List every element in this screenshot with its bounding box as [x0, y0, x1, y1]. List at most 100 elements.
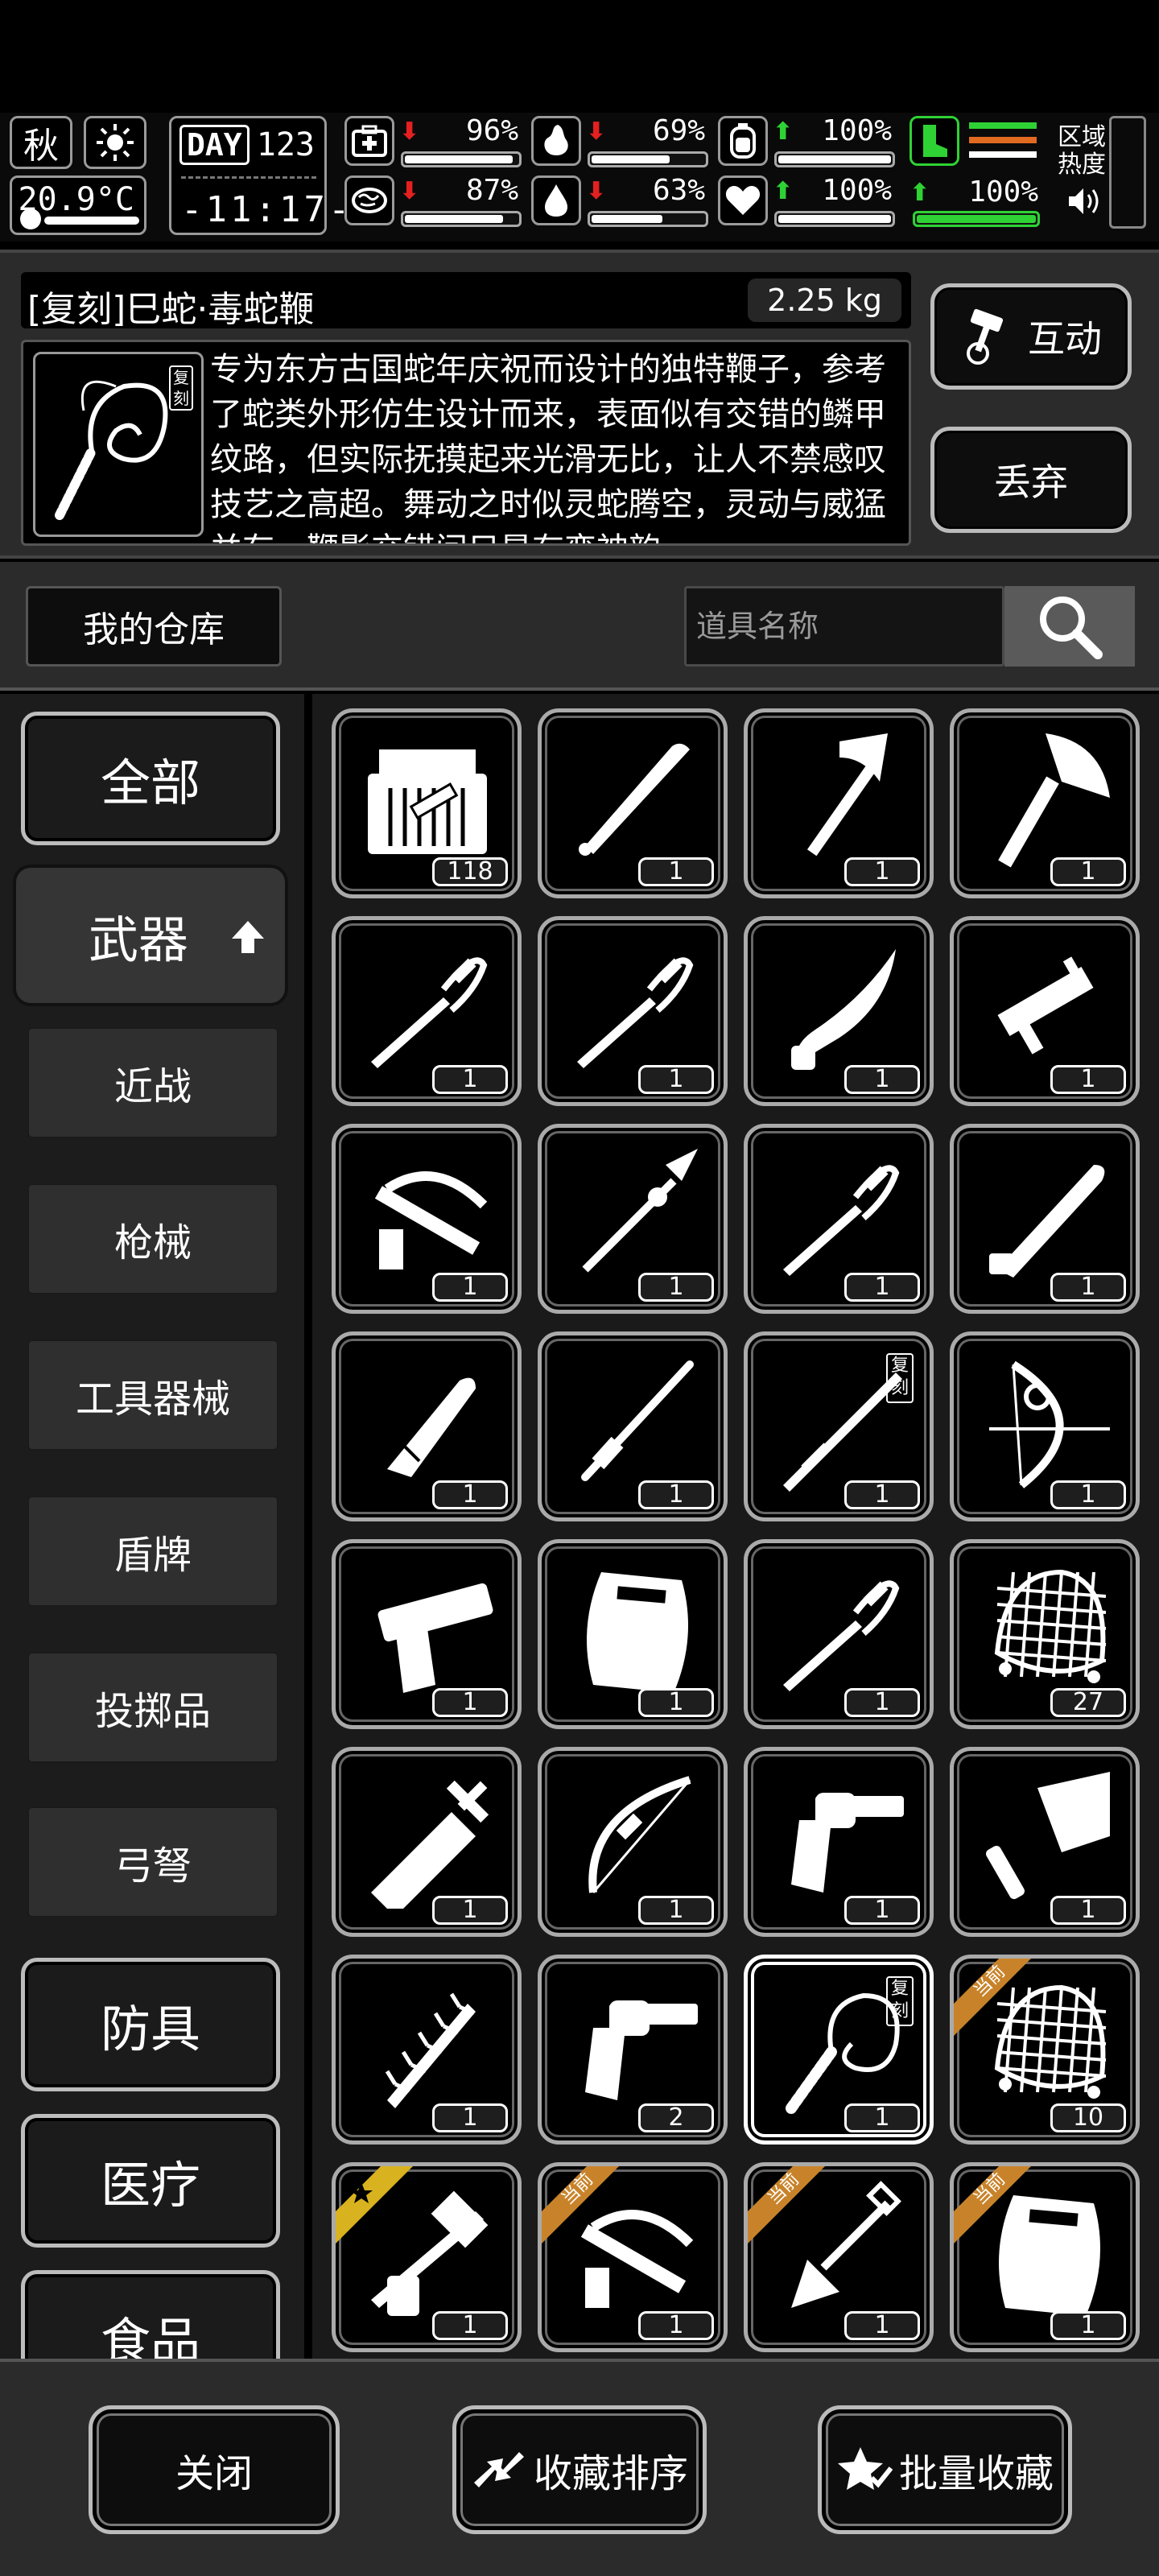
item-slot[interactable]: 1	[332, 1124, 522, 1314]
item-weight: 2.25 kg	[748, 279, 901, 322]
subcategory-shields[interactable]: 盾牌	[27, 1496, 278, 1607]
item-slot[interactable]: 1	[538, 708, 728, 898]
speaker-icon[interactable]	[1067, 185, 1104, 217]
item-detail-panel: [复刻]巳蛇·毒蛇鞭 2.25 kg 复刻 专为东方古国蛇年庆祝而设计的独特鞭子…	[0, 250, 1159, 559]
item-slot[interactable]: 1	[332, 916, 522, 1106]
stat-energy: ⬆ 100%	[718, 114, 898, 169]
stat-stamina: ⬆ 100%	[909, 116, 1043, 237]
stat-hunger: ⬇ 69%	[531, 114, 711, 169]
item-slot[interactable]: 1	[950, 1331, 1140, 1521]
item-count: 1	[432, 2103, 508, 2132]
recurve-bow-icon	[588, 1776, 691, 1893]
stat-value: 100%	[822, 174, 892, 207]
item-count: 27	[1050, 1688, 1126, 1717]
kukri-icon	[791, 949, 896, 1070]
item-slot[interactable]: 1	[538, 916, 728, 1106]
item-slot[interactable]: 1	[332, 1747, 522, 1937]
search-icon	[1040, 597, 1103, 659]
collapse-up-icon	[232, 921, 264, 953]
search-placeholder: 道具名称	[696, 609, 819, 644]
category-all[interactable]: 全部	[21, 712, 280, 845]
item-slot[interactable]: 1	[744, 1539, 934, 1729]
item-count: 1	[432, 1480, 508, 1509]
subcategory-melee[interactable]: 近战	[27, 1027, 278, 1138]
item-slot[interactable]: 1	[744, 708, 934, 898]
item-slot[interactable]: 当前 1	[744, 2162, 934, 2352]
trend-down-icon: ⬇	[399, 118, 420, 146]
machete-icon	[989, 1165, 1105, 1278]
day-clock: DAY 123 -11:17-	[169, 116, 349, 235]
category-food[interactable]: 食品	[21, 2270, 280, 2359]
subcategory-throwables[interactable]: 投掷品	[27, 1652, 278, 1763]
item-slot[interactable]: 1	[950, 708, 1140, 898]
replica-tag: 复刻	[169, 365, 193, 411]
saber-icon	[783, 1165, 900, 1276]
item-slot[interactable]: 复刻 1	[744, 1955, 934, 2145]
category-weapons[interactable]: 武器	[16, 868, 285, 1003]
item-slot[interactable]: 当前 1	[538, 2162, 728, 2352]
item-slot[interactable]: 2	[538, 1955, 728, 2145]
battery-icon	[718, 116, 768, 166]
stat-value: 100%	[968, 175, 1038, 208]
item-count: 1	[638, 1896, 714, 1925]
category-label: 医疗	[100, 2156, 200, 2215]
item-slot[interactable]: 1	[332, 1955, 522, 2145]
saber-icon	[371, 957, 488, 1068]
item-count: 1	[638, 1273, 714, 1302]
item-description-box: 复刻 专为东方古国蛇年庆祝而设计的独特鞭子，参考了蛇类外形仿生设计而来，表面似有…	[21, 340, 911, 546]
close-button[interactable]: 关闭	[89, 2405, 340, 2534]
item-slot[interactable]: 1	[332, 1331, 522, 1521]
item-count: 1	[844, 857, 920, 886]
item-slot[interactable]: 1	[744, 1124, 934, 1314]
item-count: 1	[638, 1688, 714, 1717]
subcategory-tools[interactable]: 工具器械	[27, 1340, 278, 1451]
item-slot[interactable]: 1	[538, 1124, 728, 1314]
stat-bar	[401, 211, 522, 227]
item-count: 10	[1050, 2103, 1126, 2132]
item-count: 1	[432, 1273, 508, 1302]
item-count: 1	[432, 1688, 508, 1717]
item-slot[interactable]: 1	[538, 1539, 728, 1729]
interact-label: 互动	[1028, 317, 1102, 361]
star-check-icon	[837, 2447, 893, 2490]
subcategory-bows[interactable]: 弓弩	[27, 1806, 278, 1918]
category-armor[interactable]: 防具	[21, 1958, 280, 2091]
batch-favorite-button[interactable]: 批量收藏	[818, 2405, 1072, 2534]
item-slot[interactable]: 27	[950, 1539, 1140, 1729]
item-slot[interactable]: 118	[332, 708, 522, 898]
item-count: 1	[432, 1896, 508, 1925]
subcategory-label: 弓弩	[113, 1843, 192, 1889]
item-slot[interactable]: 1	[332, 1539, 522, 1729]
batch-favorite-label: 批量收藏	[898, 2451, 1054, 2496]
item-count: 1	[1050, 2311, 1126, 2340]
item-slot[interactable]: 1	[950, 916, 1140, 1106]
subcategory-firearms[interactable]: 枪械	[27, 1183, 278, 1294]
interact-button[interactable]: 互动	[930, 283, 1132, 390]
category-label: 全部	[100, 753, 200, 812]
item-count: 1	[432, 2311, 508, 2340]
crossbow-icon	[374, 1171, 488, 1269]
item-slot[interactable]: 1	[950, 1124, 1140, 1314]
equipped-badge: 当前	[954, 1959, 1031, 2036]
discard-button[interactable]: 丢弃	[930, 427, 1132, 533]
item-slot[interactable]: 1	[744, 1747, 934, 1937]
revolver-icon	[791, 1793, 904, 1893]
item-slot[interactable]: 1	[538, 1331, 728, 1521]
item-slot[interactable]: 当前 10	[950, 1955, 1140, 2145]
item-slot[interactable]: 1	[332, 2162, 522, 2352]
combat-knife-icon	[387, 1377, 476, 1477]
item-count: 1	[432, 1065, 508, 1094]
item-slot[interactable]: 1	[538, 1747, 728, 1937]
search-button[interactable]	[1004, 586, 1135, 667]
category-medical[interactable]: 医疗	[21, 2114, 280, 2248]
close-label: 关闭	[175, 2451, 253, 2496]
item-slot[interactable]: 复刻 1	[744, 1331, 934, 1521]
cleaver-icon	[986, 1772, 1110, 1900]
item-slot[interactable]: 1	[950, 1747, 1140, 1937]
category-sidebar: 全部 武器 近战 枪械 工具器械 盾牌 投掷品 弓弩 防具 医疗 食品	[0, 694, 304, 2359]
item-slot[interactable]: 当前 1	[950, 2162, 1140, 2352]
item-count: 2	[638, 2103, 714, 2132]
item-slot[interactable]: 1	[744, 916, 934, 1106]
search-input[interactable]: 道具名称	[684, 586, 1004, 667]
sort-favorites-button[interactable]: 收藏排序	[452, 2405, 707, 2534]
